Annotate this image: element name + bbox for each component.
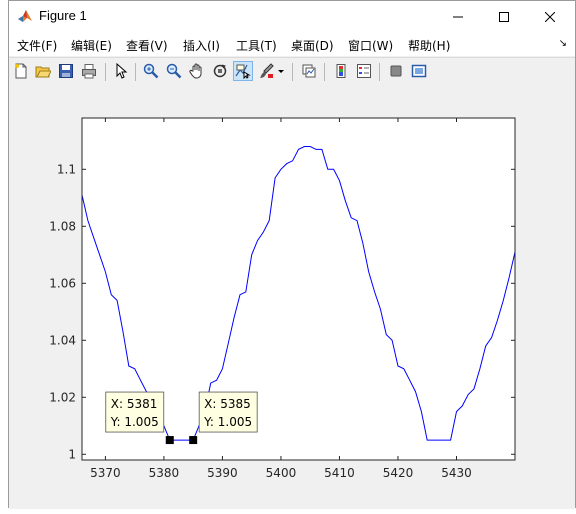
figure-canvas: 5370 5380 5390 5400 5410 5420 5430 1 1.02 1.04 1.0… (9, 86, 575, 509)
legend-button[interactable] (354, 61, 374, 81)
toolbar-separator (105, 63, 106, 81)
y-tick-label: 1 (68, 447, 76, 461)
open-file-button[interactable] (33, 61, 53, 81)
menu-view[interactable]: 查看(V) (126, 37, 168, 54)
hide-plot-tools-icon (390, 65, 402, 77)
window-title: Figure 1 (39, 8, 87, 23)
title-bar: Figure 1 (9, 1, 575, 32)
zoom-in-button[interactable] (141, 61, 161, 81)
y-tick-label: 1.1 (57, 162, 76, 176)
show-plot-tools-button[interactable] (409, 61, 429, 81)
show-plot-tools-icon (411, 64, 427, 78)
pan-hand-icon (189, 63, 202, 79)
maximize-button[interactable] (481, 1, 527, 32)
colorbar-button[interactable] (331, 61, 351, 81)
x-tick-label: 5430 (441, 466, 472, 480)
save-button[interactable] (56, 61, 76, 81)
zoom-out-button[interactable] (164, 61, 184, 81)
maximize-icon (499, 11, 509, 22)
brush-icon (260, 63, 274, 78)
menu-file[interactable]: 文件(F) (17, 37, 57, 54)
y-tick-label: 1.06 (49, 276, 76, 290)
menu-dock-arrow-icon[interactable]: ↘ (559, 38, 567, 49)
toolbar-separator (135, 63, 136, 81)
link-plot-icon (302, 64, 316, 78)
matlab-logo-icon (18, 10, 32, 22)
line-plot[interactable]: 5370 5380 5390 5400 5410 5420 5430 1 1.02 1.04 1.0… (9, 86, 575, 509)
data-cursor-button[interactable] (233, 61, 253, 81)
close-button[interactable] (527, 1, 573, 32)
minimize-button[interactable] (435, 1, 481, 32)
menu-insert[interactable]: 插入(I) (183, 37, 220, 54)
minimize-icon (453, 16, 463, 17)
x-tick-label: 5400 (266, 466, 297, 480)
toolbar-separator (324, 63, 325, 81)
link-plot-button[interactable] (299, 61, 319, 81)
x-tick-label: 5380 (149, 466, 180, 480)
colorbar-icon (336, 64, 346, 78)
background-editor-strip (0, 150, 8, 450)
print-icon (82, 64, 96, 79)
legend-icon (357, 64, 371, 78)
rotate-3d-icon (213, 64, 227, 78)
brush-dropdown-button[interactable] (276, 61, 286, 81)
brush-button[interactable] (256, 61, 276, 81)
menu-edit[interactable]: 编辑(E) (71, 37, 112, 54)
data-cursor-icon (235, 64, 251, 79)
figure-window: Figure 1 文件(F) 编辑(E) 查看(V) 插入(I) 工具(T) 桌… (8, 0, 576, 509)
datatip-x-label: X: 5381 (111, 397, 158, 411)
menu-help[interactable]: 帮助(H) (408, 37, 450, 54)
menu-bar: 文件(F) 编辑(E) 查看(V) 插入(I) 工具(T) 桌面(D) 窗口(W… (9, 32, 575, 56)
dropdown-arrow-icon (278, 70, 284, 73)
rotate-3d-button[interactable] (210, 61, 230, 81)
edit-plot-arrow-icon (116, 63, 128, 79)
figure-toolbar (9, 57, 575, 87)
menu-desktop[interactable]: 桌面(D) (291, 37, 334, 54)
y-tick-label: 1.04 (49, 333, 76, 347)
edit-plot-button[interactable] (111, 61, 131, 81)
x-tick-label: 5420 (383, 466, 414, 480)
pan-button[interactable] (187, 61, 207, 81)
toolbar-separator (292, 63, 293, 81)
new-figure-icon (15, 63, 27, 79)
save-icon (59, 64, 73, 78)
y-tick-label: 1.08 (49, 219, 76, 233)
y-tick-label: 1.02 (49, 390, 76, 404)
hide-plot-tools-button[interactable] (386, 61, 406, 81)
new-figure-button[interactable] (11, 61, 31, 81)
menu-window[interactable]: 窗口(W) (348, 37, 393, 54)
toolbar-separator (379, 63, 380, 81)
menu-tools[interactable]: 工具(T) (236, 37, 277, 54)
print-button[interactable] (79, 61, 99, 81)
datatip-y-label: Y: 1.005 (110, 415, 159, 429)
open-file-icon (35, 66, 51, 78)
zoom-in-icon (143, 63, 159, 79)
zoom-out-icon (166, 63, 182, 79)
x-tick-label: 5390 (207, 466, 238, 480)
x-tick-label: 5410 (324, 466, 355, 480)
close-icon (545, 11, 555, 22)
datatip-marker[interactable] (189, 436, 198, 445)
x-tick-label: 5370 (90, 466, 121, 480)
datatip-marker[interactable] (165, 436, 174, 445)
datatip-x-label: X: 5385 (204, 397, 251, 411)
datatip-y-label: Y: 1.005 (203, 415, 252, 429)
